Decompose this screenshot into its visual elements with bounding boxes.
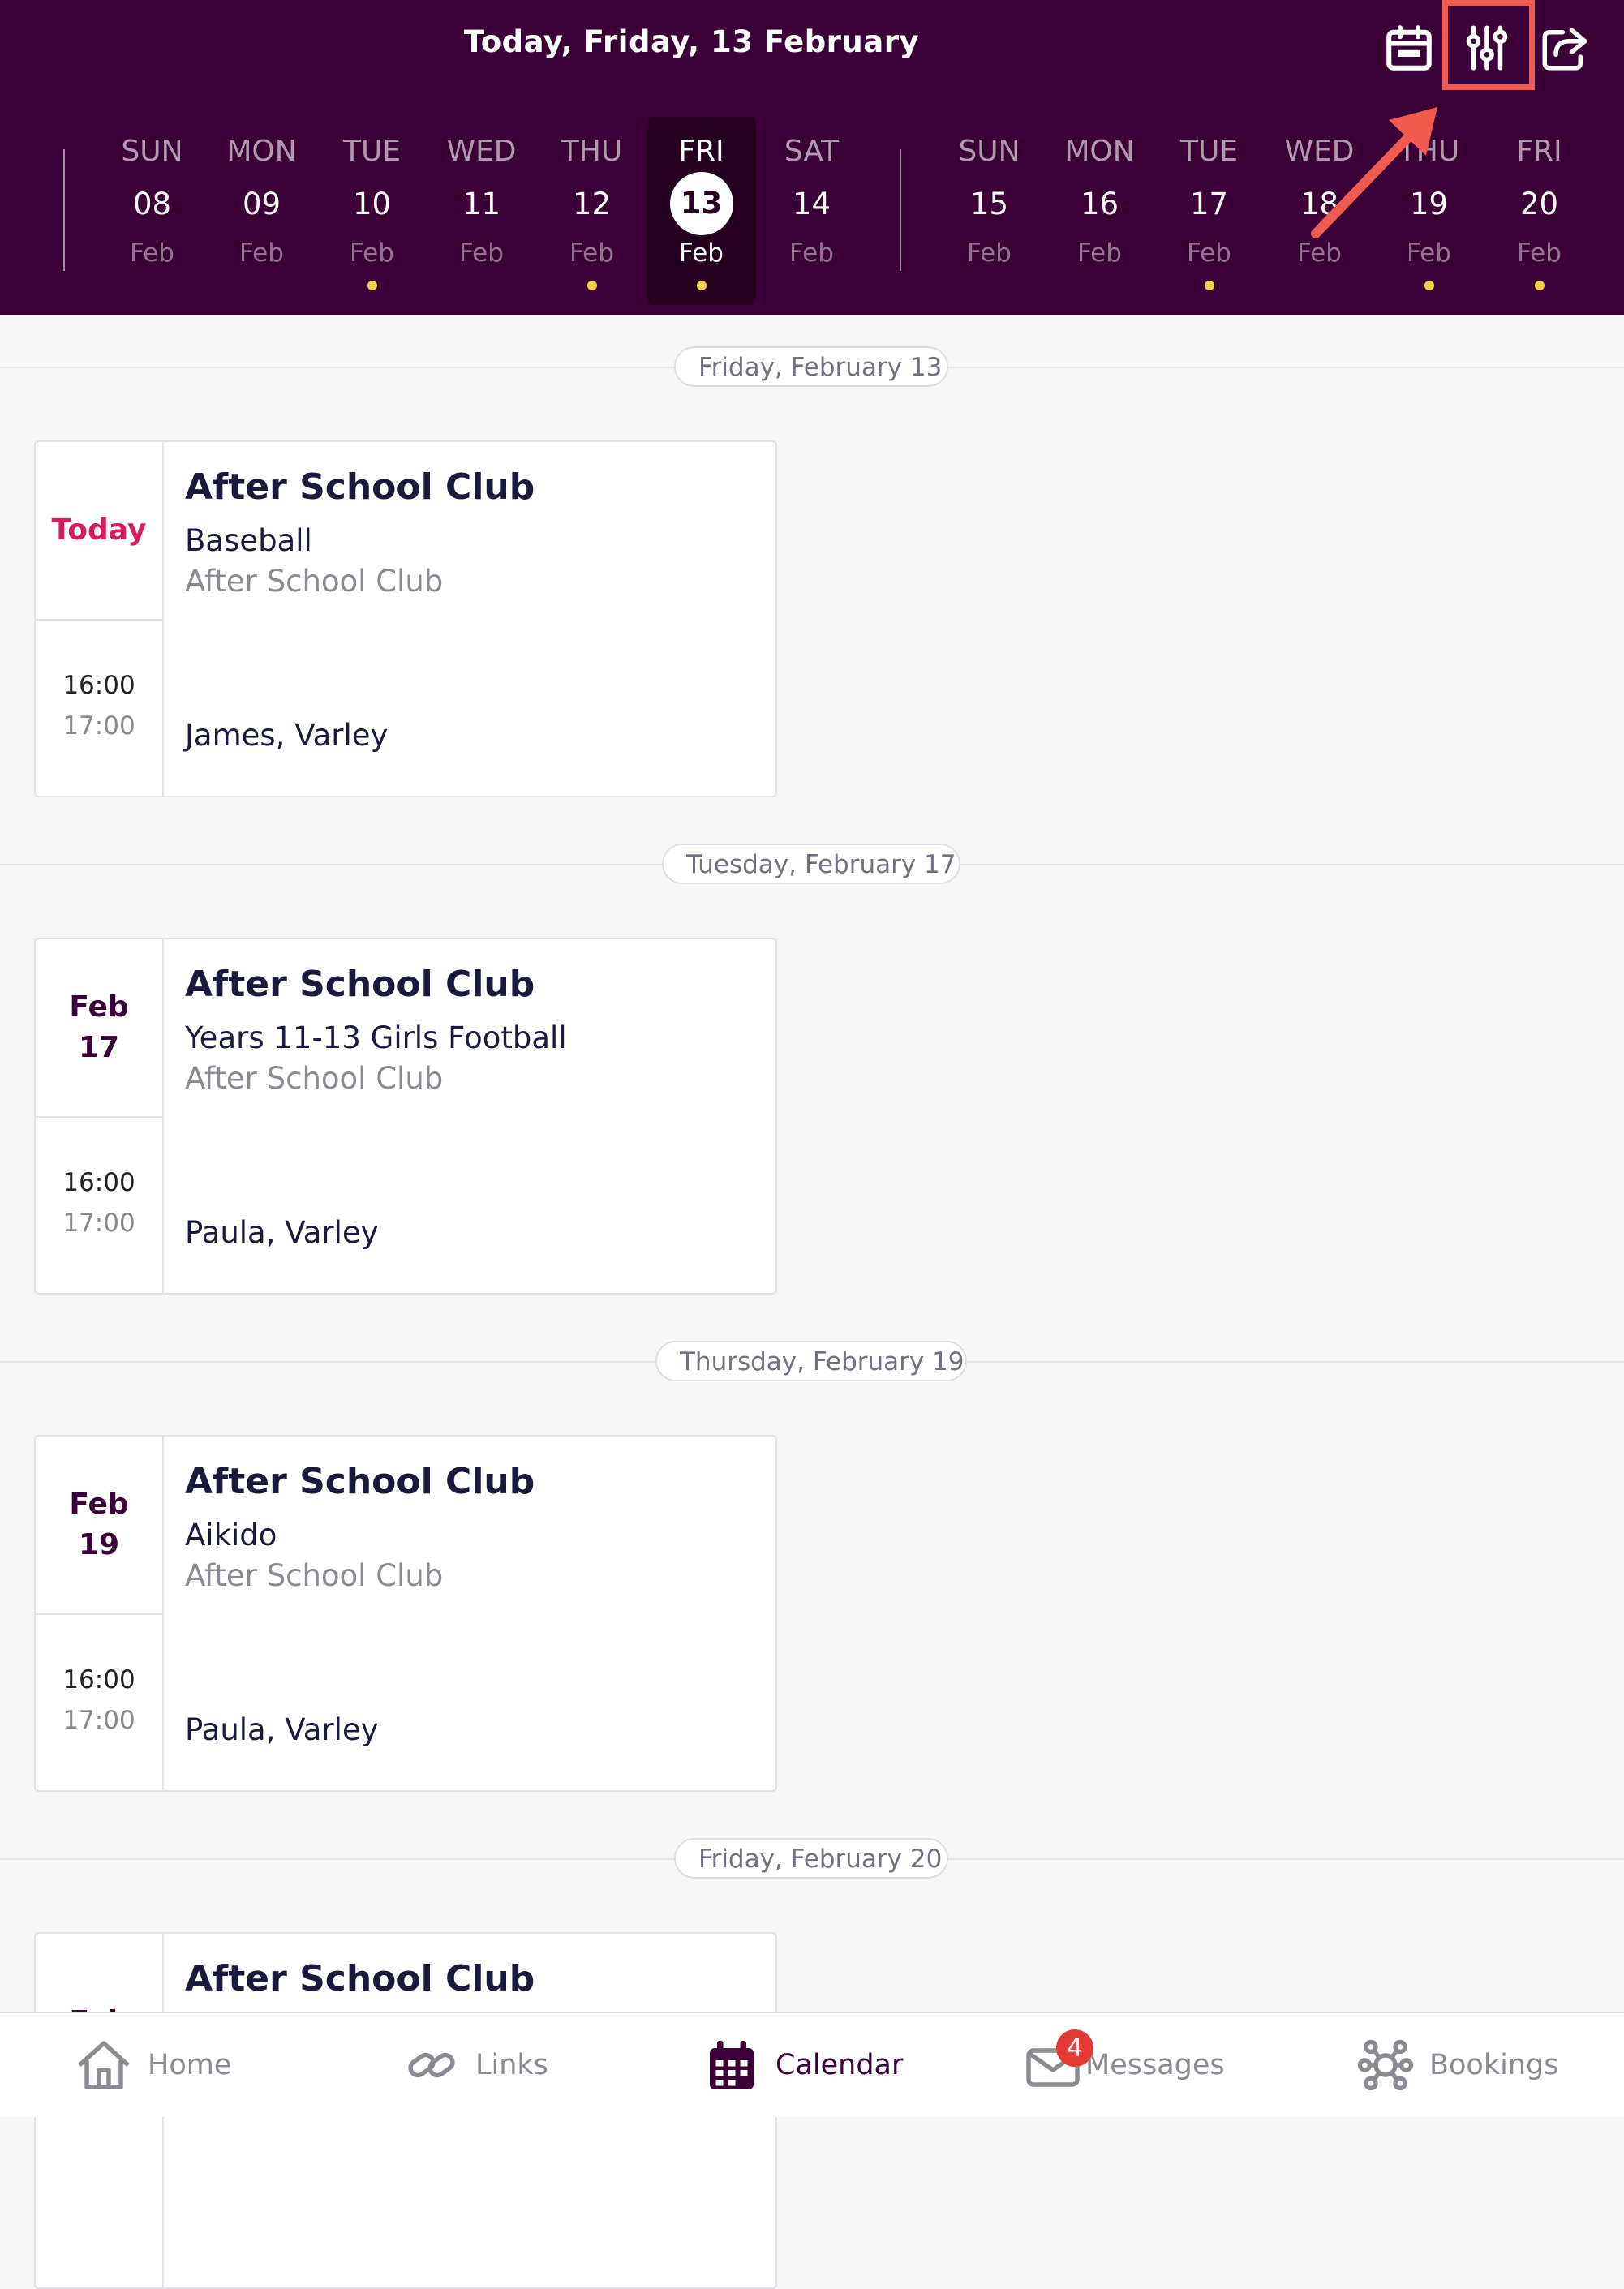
annotation-arrow (1311, 107, 1437, 238)
tab-label: Links (475, 2049, 548, 2081)
event-date-box: Today (36, 442, 162, 621)
tab-messages[interactable]: 4 Messages (1020, 2013, 1225, 2117)
tab-home[interactable]: Home (71, 2013, 231, 2117)
event-date: Feb 19 (69, 1487, 129, 1561)
event-activity: Baseball (185, 523, 312, 558)
event-staff: Paula, Varley (185, 1215, 379, 1250)
event-category: After School Club (185, 564, 444, 599)
tab-label: Messages (1085, 2049, 1225, 2081)
event-start-time: 16:00 (62, 671, 135, 700)
date-section-label: Thursday, February 19 (655, 1341, 967, 1381)
event-category: After School Club (185, 1558, 444, 1593)
tab-label: Calendar (775, 2049, 904, 2081)
bottom-tab-bar: Home Links Calendar 4 Messages Bookings (0, 2012, 1624, 2117)
event-date-column: Today 16:00 17:00 (36, 442, 164, 796)
event-category: After School Club (185, 1061, 444, 1096)
date-section-label: Friday, February 20 (674, 1838, 948, 1879)
tab-calendar[interactable]: Calendar (699, 2013, 903, 2117)
link-icon (399, 2033, 464, 2098)
event-end-time: 17:00 (62, 1706, 135, 1735)
event-activity: Aikido (185, 1518, 277, 1552)
tab-links[interactable]: Links (399, 2013, 548, 2117)
event-staff: James, Varley (185, 718, 389, 753)
event-title: After School Club (185, 466, 535, 508)
calendar-icon (699, 2033, 764, 2098)
event-title: After School Club (185, 964, 535, 1005)
tab-label: Home (148, 2049, 232, 2081)
tab-label: Bookings (1429, 2049, 1559, 2081)
event-card[interactable]: Today 16:00 17:00 After School Club Baseball… (34, 440, 777, 797)
network-icon (1353, 2033, 1418, 2098)
event-date-column: Feb 17 16:00 17:00 (36, 939, 164, 1293)
date-section-label: Tuesday, February 17 (662, 844, 960, 884)
unread-badge: 4 (1056, 2029, 1093, 2067)
event-date-box: Feb 17 (36, 939, 162, 1118)
event-card[interactable]: Feb 17 16:00 17:00 After School Club Years 1… (34, 938, 777, 1295)
tab-bookings[interactable]: Bookings (1353, 2013, 1558, 2117)
envelope-icon: 4 (1020, 2029, 1093, 2098)
event-start-time: 16:00 (62, 1665, 135, 1694)
event-title: After School Club (185, 1958, 535, 1999)
event-activity: Years 11-13 Girls Football (185, 1020, 567, 1055)
event-staff: Paula, Varley (185, 1712, 379, 1747)
calendar-header: Today, Friday, 13 February SUN 08 Feb MON 09… (0, 0, 1624, 315)
event-date-column: Feb 19 16:00 17:00 (36, 1437, 164, 1790)
event-start-time: 16:00 (62, 1168, 135, 1197)
event-end-time: 17:00 (62, 1209, 135, 1238)
date-section-label: Friday, February 13 (674, 346, 948, 387)
event-end-time: 17:00 (62, 711, 135, 741)
event-date: Feb 17 (69, 990, 129, 1064)
event-date: Today (51, 513, 147, 547)
home-icon (71, 2033, 136, 2098)
event-title: After School Club (185, 1461, 535, 1502)
event-date-box: Feb 19 (36, 1437, 162, 1615)
event-card[interactable]: Feb 19 16:00 17:00 After School Club Aikido A… (34, 1435, 777, 1792)
